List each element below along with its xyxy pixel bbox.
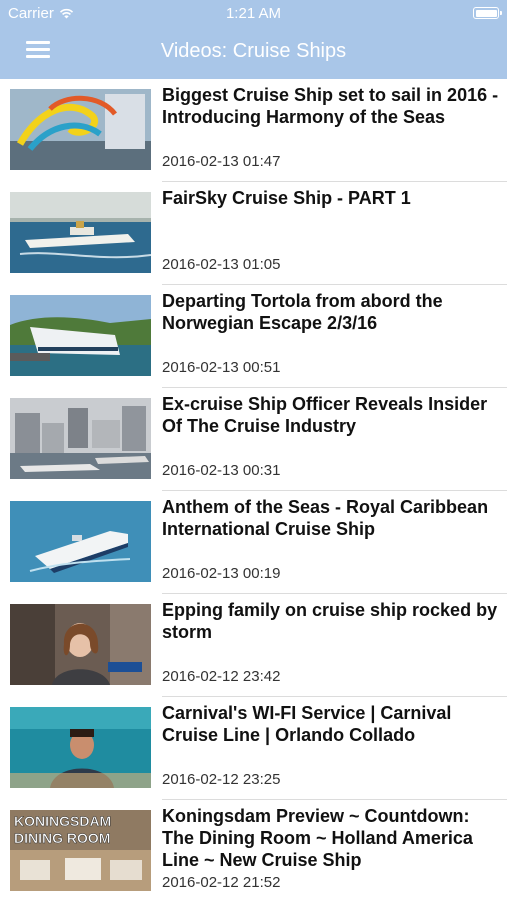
video-thumbnail <box>10 707 151 788</box>
video-thumbnail <box>10 398 151 479</box>
video-row[interactable]: KONINGSDAM DINING ROOM Koningsdam Previe… <box>0 800 507 903</box>
video-row[interactable]: FairSky Cruise Ship - PART 1 2016-02-13 … <box>0 182 507 285</box>
video-title: FairSky Cruise Ship - PART 1 <box>162 188 411 208</box>
video-row[interactable]: Departing Tortola from abord the Norwegi… <box>0 285 507 388</box>
video-row[interactable]: Epping family on cruise ship rocked by s… <box>0 594 507 697</box>
video-date: 2016-02-12 23:42 <box>162 668 281 685</box>
video-thumbnail: KONINGSDAM DINING ROOM <box>10 810 151 891</box>
video-date: 2016-02-12 23:25 <box>162 771 281 788</box>
video-thumbnail <box>10 501 151 582</box>
video-title: Epping family on cruise ship rocked by s… <box>162 600 498 642</box>
video-date: 2016-02-13 00:51 <box>162 359 281 376</box>
video-title: Anthem of the Seas - Royal Caribbean Int… <box>162 497 489 539</box>
video-thumbnail <box>10 192 151 273</box>
battery-icon <box>473 7 502 19</box>
status-time: 1:21 AM <box>225 5 282 22</box>
video-date: 2016-02-12 21:52 <box>162 874 281 891</box>
thumbnail-caption: KONINGSDAM <box>14 813 111 829</box>
video-title: Koningsdam Preview ~ Countdown: The Dini… <box>162 806 473 870</box>
video-row[interactable]: Biggest Cruise Ship set to sail in 2016 … <box>0 79 507 182</box>
thumbnail-caption: DINING ROOM <box>14 830 110 846</box>
video-row[interactable]: Anthem of the Seas - Royal Caribbean Int… <box>0 491 507 594</box>
navigation-bar: Carrier 1:21 AM Videos: Cruise Ships <box>0 0 507 79</box>
video-row[interactable]: Ex-cruise Ship Officer Reveals Insider O… <box>0 388 507 491</box>
video-thumbnail <box>10 89 151 170</box>
video-thumbnail <box>10 295 151 376</box>
video-date: 2016-02-13 00:31 <box>162 462 281 479</box>
video-date: 2016-02-13 01:47 <box>162 153 281 170</box>
video-date: 2016-02-13 00:19 <box>162 565 281 582</box>
page-title: Videos: Cruise Ships <box>160 40 347 62</box>
video-title: Biggest Cruise Ship set to sail in 2016 … <box>162 85 499 127</box>
video-title: Carnival's WI-FI Service | Carnival Crui… <box>162 703 452 745</box>
video-date: 2016-02-13 01:05 <box>162 256 281 273</box>
video-title: Departing Tortola from abord the Norwegi… <box>162 291 443 333</box>
video-thumbnail <box>10 604 151 685</box>
video-list: Biggest Cruise Ship set to sail in 2016 … <box>0 79 507 903</box>
status-bar: Carrier 1:21 AM <box>0 0 507 28</box>
video-title: Ex-cruise Ship Officer Reveals Insider O… <box>162 394 488 436</box>
video-row[interactable]: Carnival's WI-FI Service | Carnival Crui… <box>0 697 507 800</box>
